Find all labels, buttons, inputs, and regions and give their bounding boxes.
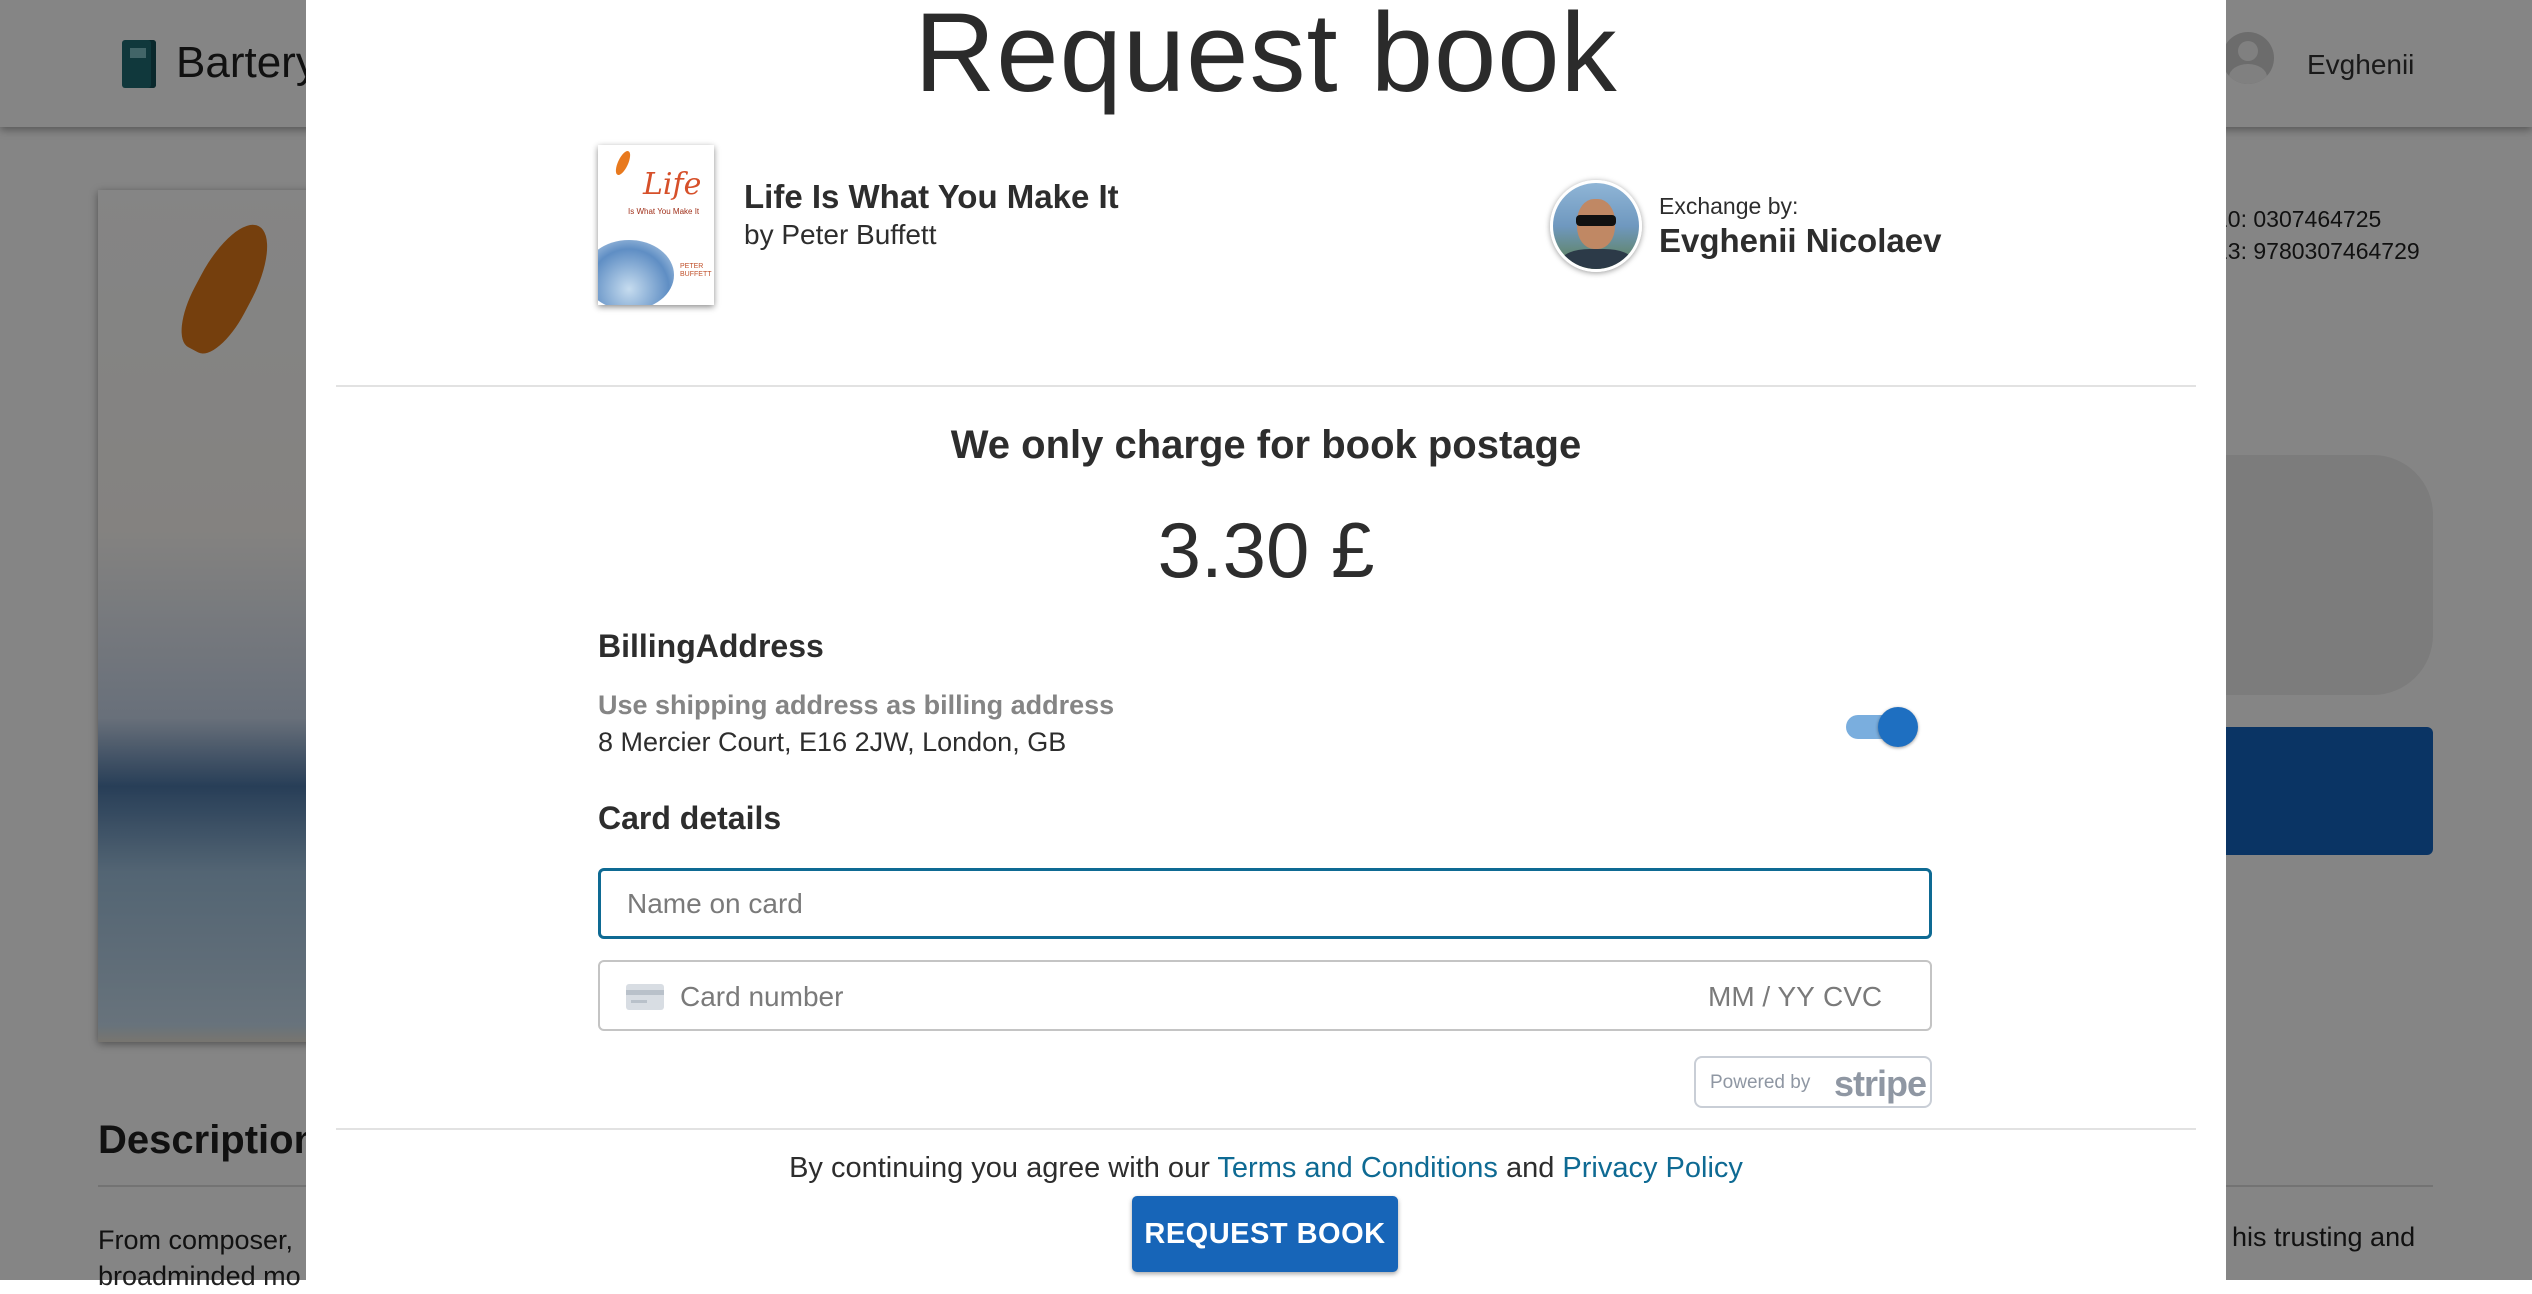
stripe-logo: stripe	[1834, 1063, 1927, 1104]
card-number-placeholder[interactable]: Card number	[680, 981, 843, 1013]
powered-by-stripe-badge[interactable]: Powered by stripe	[1694, 1056, 1932, 1108]
book-title: Life Is What You Make It	[744, 178, 1119, 215]
charge-heading: We only charge for book postage	[950, 423, 1582, 467]
modal-title: Request book	[914, 0, 1618, 115]
name-on-card-input[interactable]	[598, 868, 1932, 939]
thumb-fish-icon	[612, 149, 634, 177]
privacy-link[interactable]: Privacy Policy	[1562, 1152, 1743, 1184]
owner-avatar	[1550, 180, 1642, 272]
billing-heading: BillingAddress	[598, 628, 824, 664]
card-details-heading: Card details	[598, 800, 782, 836]
footer-divider	[336, 1128, 2196, 1130]
billing-address-toggle[interactable]	[1840, 705, 1920, 747]
section-divider	[336, 385, 2196, 387]
postage-price: 3.30 £	[1157, 506, 1375, 594]
book-author: by Peter Buffett	[744, 219, 937, 250]
exchange-owner-name: Evghenii Nicolaev	[1659, 222, 1942, 259]
card-number-field[interactable]: Card number MM / YY CVC	[598, 960, 1932, 1031]
terms-notice: By continuing you agree with our Terms a…	[789, 1152, 1743, 1184]
request-book-button[interactable]: REQUEST BOOK	[1132, 1196, 1398, 1272]
credit-card-icon	[626, 984, 664, 1010]
request-book-modal: Request book Life Is What You Make It PE…	[306, 0, 2226, 1280]
terms-link[interactable]: Terms and Conditions	[1217, 1152, 1497, 1184]
card-expiry-placeholder[interactable]: MM / YY	[1708, 981, 1815, 1013]
billing-toggle-label: Use shipping address as billing address	[598, 690, 1115, 720]
billing-address: 8 Mercier Court, E16 2JW, London, GB	[598, 727, 1067, 757]
thumb-bowl-icon	[598, 240, 674, 305]
exchange-label: Exchange by:	[1659, 193, 1799, 219]
toggle-knob	[1878, 707, 1918, 747]
book-thumbnail: Life Is What You Make It PETER BUFFETT	[598, 145, 714, 305]
card-cvc-placeholder[interactable]: CVC	[1823, 981, 1882, 1013]
